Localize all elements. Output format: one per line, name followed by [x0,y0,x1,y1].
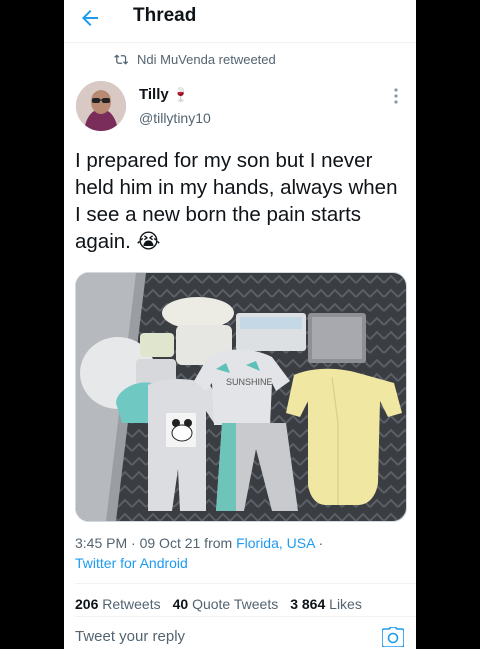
retweet-label: Ndi MuVenda retweeted [137,52,276,67]
tweet-time: 3:45 PM [75,535,128,551]
wine-glass-emoji: 🍷 [172,86,189,102]
tweet-screen: Thread Ndi MuVenda retweeted Tilly 🍷 @ti… [64,0,416,649]
location-link[interactable]: Florida, USA [236,535,315,551]
retweet-icon [114,54,129,65]
top-bar: Thread [64,0,416,43]
tweet-media-photo[interactable]: SUNSHINE [75,272,407,522]
divider [75,583,416,584]
author-handle[interactable]: @tillytiny10 [139,110,211,126]
author-name[interactable]: Tilly 🍷 [139,86,189,103]
engagement-stats: 206 Retweets 40 Quote Tweets 3 864 Likes [75,596,362,612]
tweet-text: I prepared for my son but I never held h… [75,149,398,253]
client-link[interactable]: Twitter for Android [75,555,188,571]
baby-clothes-photo: SUNSHINE [76,273,406,521]
divider [75,616,416,617]
avatar-image [76,81,126,131]
tweet-metadata: 3:45 PM · 09 Oct 21 from Florida, USA · … [75,535,324,571]
camera-icon[interactable] [382,627,404,647]
page-title: Thread [133,5,197,26]
retweets-stat[interactable]: 206 Retweets [75,596,161,612]
back-arrow-icon[interactable] [78,6,102,30]
svg-text:SUNSHINE: SUNSHINE [226,377,273,387]
likes-stat[interactable]: 3 864 Likes [290,596,362,612]
tweet-date: 09 Oct 21 [139,535,201,551]
quote-tweets-stat[interactable]: 40 Quote Tweets [173,596,279,612]
retweet-context[interactable]: Ndi MuVenda retweeted [114,52,276,67]
avatar[interactable] [76,81,126,131]
more-options-icon[interactable] [388,86,404,106]
reply-input[interactable]: Tweet your reply [75,628,185,645]
